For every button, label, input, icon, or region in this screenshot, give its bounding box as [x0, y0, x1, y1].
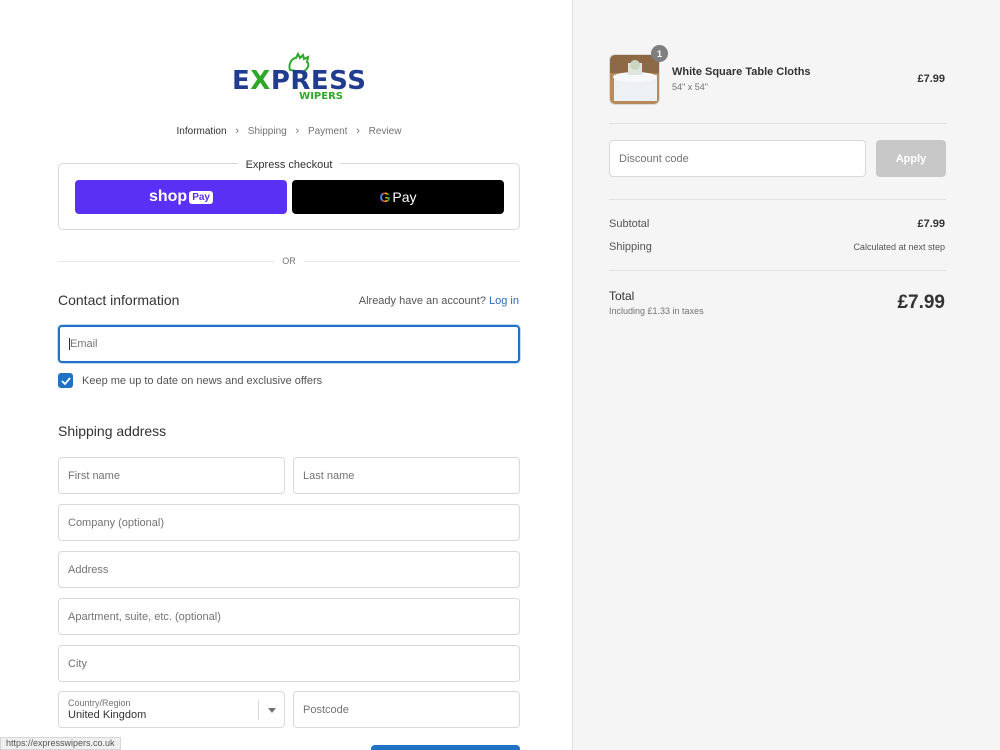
divider — [609, 270, 946, 271]
product-variant: 54" x 54" — [672, 82, 708, 92]
breadcrumb-payment[interactable]: Payment — [308, 126, 347, 137]
checkout-main: EXPRESS WIPERS Information › Shipping › … — [0, 0, 572, 750]
shop-pay-button[interactable]: shop Pay — [75, 180, 287, 214]
shipping-address-title: Shipping address — [58, 423, 167, 439]
divider — [609, 199, 946, 200]
quantity-badge: 1 — [651, 45, 668, 62]
newsletter-label: Keep me up to date on news and exclusive… — [82, 374, 323, 387]
address-field[interactable]: Address — [58, 551, 520, 588]
postcode-field[interactable]: Postcode — [293, 691, 520, 728]
google-g-icon: G — [379, 189, 391, 205]
express-wipers-logo[interactable]: EXPRESS WIPERS — [232, 52, 366, 104]
discount-code-input[interactable]: Discount code — [609, 140, 866, 177]
breadcrumb: Information › Shipping › Payment › Revie… — [0, 125, 572, 137]
email-field[interactable]: Email — [58, 325, 520, 363]
apartment-field[interactable]: Apartment, suite, etc. (optional) — [58, 598, 520, 635]
divider — [609, 123, 946, 124]
chevron-right-icon: › — [295, 125, 300, 137]
continue-to-shipping-button[interactable] — [371, 745, 520, 750]
chevron-right-icon: › — [356, 125, 360, 137]
status-bar-url: https://expresswipers.co.uk — [0, 737, 121, 750]
tax-note: Including £1.33 in taxes — [609, 306, 704, 316]
shop-pay-badge: Pay — [189, 190, 213, 204]
subtotal-value: £7.99 — [917, 218, 945, 230]
express-checkout: Express checkout shop Pay G Pay — [58, 159, 520, 230]
country-value: United Kingdom — [68, 709, 147, 721]
newsletter-checkbox[interactable] — [58, 373, 73, 388]
login-link[interactable]: Log in — [489, 295, 519, 307]
apply-discount-button[interactable]: Apply — [876, 140, 946, 177]
or-label: OR — [274, 256, 304, 266]
product-price: £7.99 — [917, 73, 945, 85]
table-cloth-image-icon — [610, 55, 659, 104]
checkmark-icon — [60, 376, 71, 385]
chevron-down-icon — [258, 700, 284, 720]
last-name-field[interactable]: Last name — [293, 457, 520, 494]
total-value: £7.99 — [897, 292, 945, 313]
breadcrumb-information: Information — [176, 125, 227, 137]
order-summary: 1 White Square Table Cloths 54" x 54" £7… — [572, 0, 1000, 750]
shipping-label: Shipping — [609, 241, 652, 253]
express-checkout-title: Express checkout — [237, 159, 341, 171]
product-name: White Square Table Cloths — [672, 66, 811, 78]
subtotal-label: Subtotal — [609, 218, 650, 230]
product-thumbnail — [609, 54, 660, 105]
first-name-field[interactable]: First name — [58, 457, 285, 494]
breadcrumb-review[interactable]: Review — [369, 126, 402, 137]
account-prompt: Already have an account? Log in — [358, 295, 519, 307]
total-label: Total — [609, 289, 635, 303]
country-select[interactable]: Country/Region United Kingdom — [58, 691, 285, 728]
company-field[interactable]: Company (optional) — [58, 504, 520, 541]
contact-information-title: Contact information — [58, 292, 180, 308]
logo-subtitle: WIPERS — [299, 91, 343, 102]
breadcrumb-shipping[interactable]: Shipping — [248, 126, 287, 137]
chevron-right-icon: › — [235, 125, 240, 137]
shipping-value: Calculated at next step — [853, 242, 945, 252]
city-field[interactable]: City — [58, 645, 520, 682]
country-label: Country/Region — [68, 698, 131, 708]
google-pay-button[interactable]: G Pay — [292, 180, 504, 214]
newsletter-option: Keep me up to date on news and exclusive… — [58, 373, 322, 388]
